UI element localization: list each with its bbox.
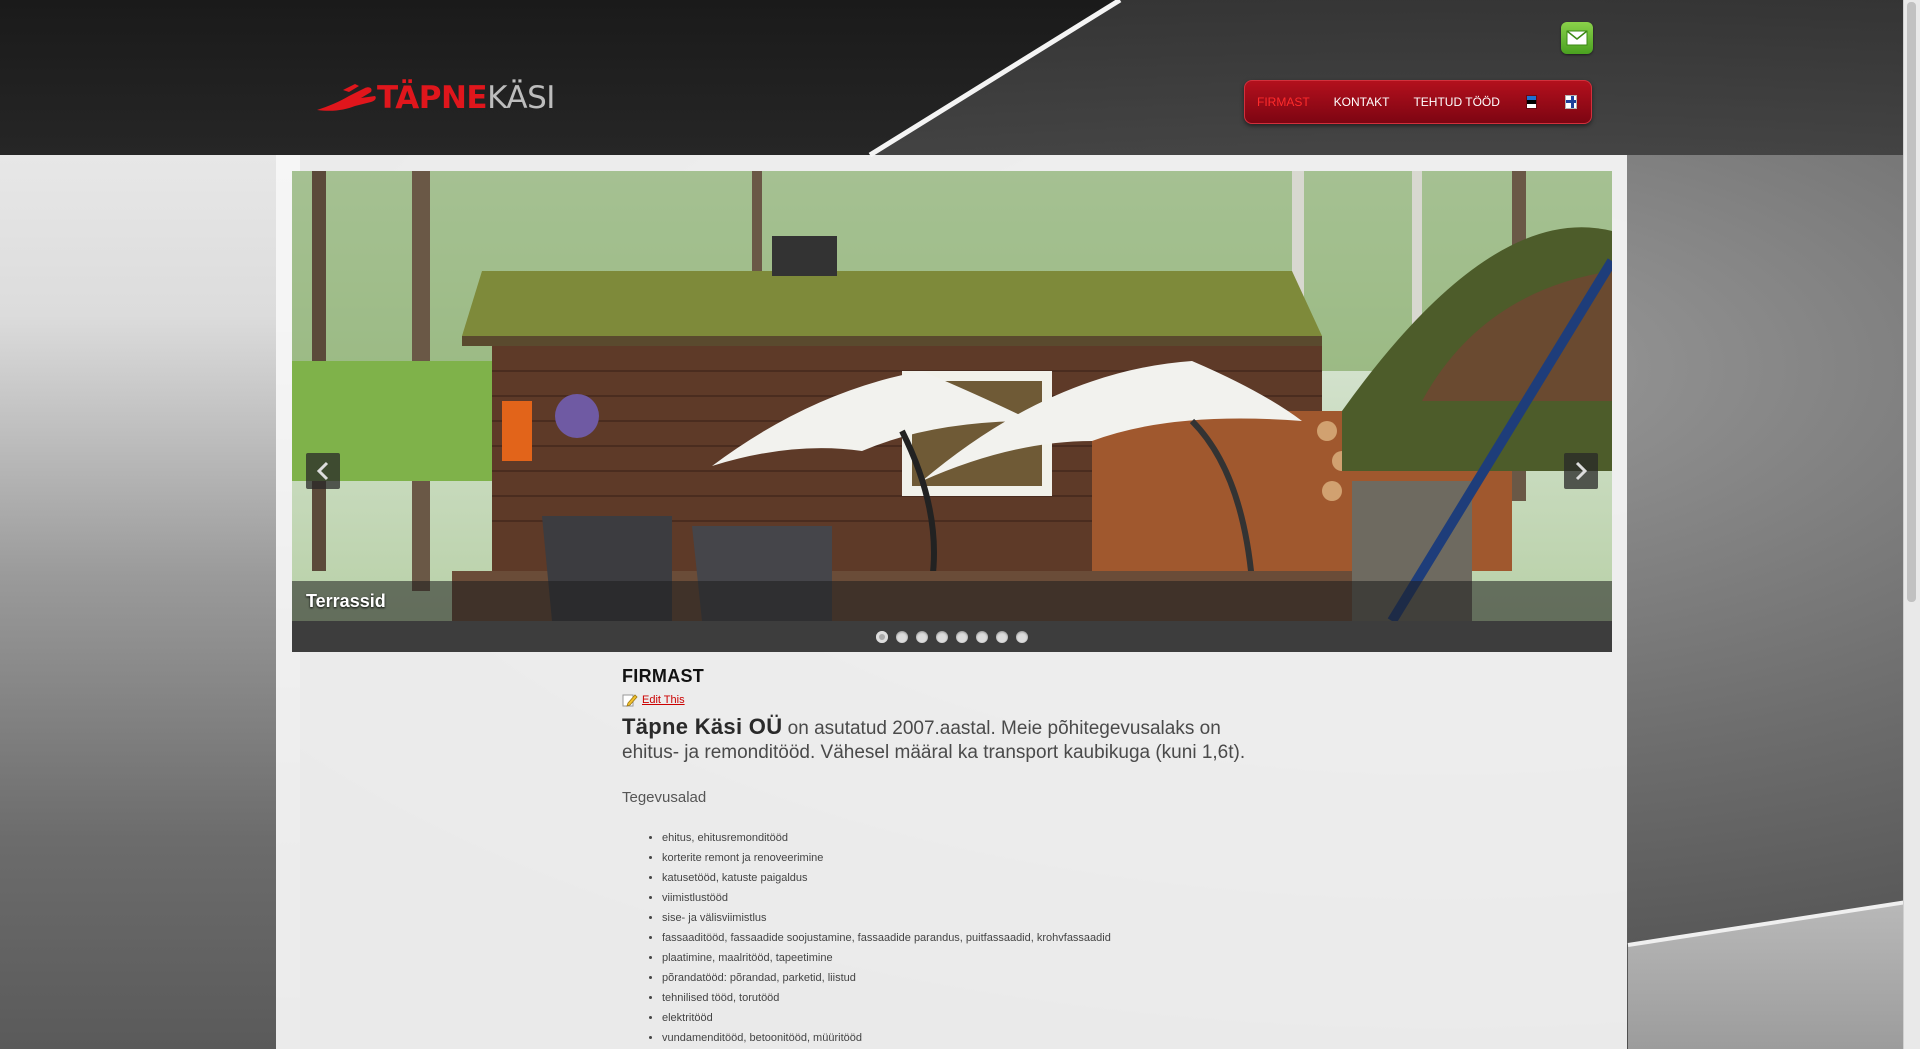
list-item: sise- ja välisviimistlus <box>662 908 1292 928</box>
slider-dot-6[interactable] <box>976 630 988 643</box>
slider-prev-button[interactable] <box>306 453 340 489</box>
page-scrollbar[interactable] <box>1903 0 1920 1049</box>
slider-dot-4[interactable] <box>936 630 948 643</box>
list-item: viimistlustööd <box>662 888 1292 908</box>
slider-dot-5[interactable] <box>956 630 968 643</box>
list-item: katusetööd, katuste paigaldus <box>662 868 1292 888</box>
logo-text-primary: TÄPNE <box>377 79 488 116</box>
slide-caption: Terrassid <box>306 591 386 611</box>
logo-text-secondary: KÄSI <box>487 79 555 116</box>
chevron-right-icon <box>1575 461 1588 481</box>
pencil-icon <box>622 694 638 707</box>
slide-image-sauna-terrace[interactable] <box>292 171 1612 621</box>
nav-item-firmast[interactable]: FIRMAST <box>1245 95 1322 109</box>
list-item: korterite remont ja renoveerimine <box>662 848 1292 868</box>
nav-item-tehtud-tood[interactable]: TEHTUD TÖÖD <box>1401 95 1511 109</box>
page-title: FIRMAST <box>622 666 705 686</box>
main-navigation: FIRMAST KONTAKT TEHTUD TÖÖD <box>1244 80 1592 124</box>
nav-item-kontakt[interactable]: KONTAKT <box>1322 95 1402 109</box>
slider-dot-2[interactable] <box>896 630 908 643</box>
slider-pagination <box>292 621 1612 652</box>
site-logo[interactable]: TÄPNEKÄSI <box>315 78 555 118</box>
page-content: FIRMAST Edit This Täpne Käsi OÜ on asuta… <box>622 666 1292 1048</box>
slider-dot-3[interactable] <box>916 630 928 643</box>
estonian-flag-icon[interactable] <box>1525 95 1538 109</box>
edit-this-label: Edit This <box>642 694 685 706</box>
logo-hand-icon <box>317 84 376 111</box>
edit-this-link[interactable]: Edit This <box>622 693 1292 707</box>
list-item: põrandatööd: põrandad, parketid, liistud <box>662 968 1292 988</box>
list-item: fassaaditööd, fassaadide soojustamine, f… <box>662 928 1292 948</box>
finnish-flag-icon[interactable] <box>1565 95 1577 109</box>
slider-dot-1[interactable] <box>876 630 888 643</box>
list-item: elektritööd <box>662 1008 1292 1028</box>
envelope-icon <box>1566 30 1588 46</box>
scrollbar-thumb[interactable] <box>1907 2 1916 602</box>
section-label-tegevusalad: Tegevusalad <box>622 789 707 806</box>
slider-dot-8[interactable] <box>1016 630 1028 643</box>
list-item: plaatimine, maalritööd, tapeetimine <box>662 948 1292 968</box>
mail-button[interactable] <box>1561 22 1593 54</box>
company-name: Täpne Käsi OÜ <box>622 714 783 739</box>
slide-caption-bar <box>292 581 1612 621</box>
slider-next-button[interactable] <box>1564 453 1598 489</box>
intro-paragraph: Täpne Käsi OÜ on asutatud 2007.aastal. M… <box>622 715 1282 765</box>
chevron-left-icon <box>316 461 329 481</box>
list-item: vundamenditööd, betoonitööd, müüritööd <box>662 1028 1292 1048</box>
list-item: ehitus, ehitusremonditööd <box>662 828 1292 848</box>
slider-dot-7[interactable] <box>996 630 1008 643</box>
image-slider: Terrassid <box>292 171 1612 652</box>
list-item: tehnilised tööd, torutööd <box>662 988 1292 1008</box>
services-list: ehitus, ehitusremonditööd korterite remo… <box>622 828 1292 1048</box>
